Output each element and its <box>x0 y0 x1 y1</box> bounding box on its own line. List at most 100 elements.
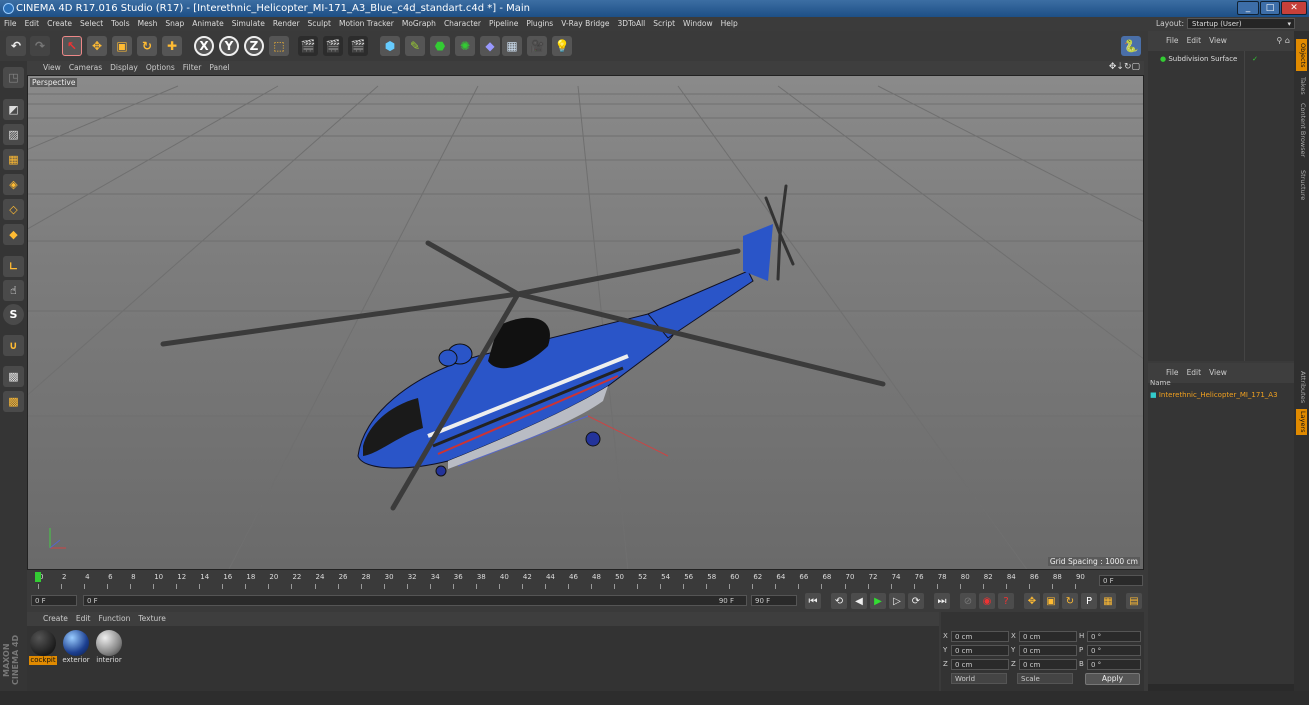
preview-range-slider[interactable]: 0 F 90 F <box>83 595 747 606</box>
close-button[interactable]: ✕ <box>1281 1 1307 15</box>
texture-mode-icon[interactable]: ▨ <box>3 124 24 145</box>
minimize-button[interactable]: _ <box>1237 1 1259 15</box>
go-to-end-icon[interactable]: ⏭ <box>934 593 950 609</box>
apply-button[interactable]: Apply <box>1085 673 1140 685</box>
menu-snap[interactable]: Snap <box>161 17 188 31</box>
layer-row[interactable]: ■ Interethnic_Helicopter_MI_171_A3 <box>1150 390 1294 401</box>
tweak-mode-icon[interactable]: ☝ <box>3 280 24 301</box>
helicopter-model[interactable] <box>357 224 773 477</box>
edges-mode-icon[interactable]: ◇ <box>3 199 24 220</box>
viewport-navigation-icon[interactable]: ✥⇣↻▢ <box>1109 62 1140 72</box>
menu-vray-bridge[interactable]: V-Ray Bridge <box>557 17 613 31</box>
light-icon[interactable]: 💡 <box>552 36 572 56</box>
menu-mograph[interactable]: MoGraph <box>398 17 440 31</box>
material-cockpit[interactable]: cockpit <box>29 630 57 668</box>
add-tool-icon[interactable]: ✚ <box>162 36 182 56</box>
tab-takes[interactable]: Takes <box>1296 75 1307 97</box>
size-x-field[interactable]: 0 cm <box>1019 631 1077 642</box>
x-axis-lock-button[interactable]: X <box>194 36 214 56</box>
viewport-menu-panel[interactable]: Panel <box>205 61 233 75</box>
object-menu-file[interactable]: File <box>1162 31 1183 51</box>
autokey-icon[interactable]: ◉ <box>979 593 995 609</box>
menu-motion-tracker[interactable]: Motion Tracker <box>335 17 398 31</box>
previous-frame-icon[interactable]: ◀ <box>851 593 867 609</box>
menu-script[interactable]: Script <box>649 17 679 31</box>
menu-simulate[interactable]: Simulate <box>228 17 269 31</box>
key-pla-icon[interactable]: ▦ <box>1100 593 1116 609</box>
horizontal-scrollbar[interactable] <box>1148 684 1294 691</box>
menu-plugins[interactable]: Plugins <box>522 17 557 31</box>
mograph-cloner-icon[interactable]: ✺ <box>455 36 475 56</box>
make-editable-icon[interactable]: ◳ <box>3 67 24 88</box>
menu-character[interactable]: Character <box>440 17 485 31</box>
key-position-icon[interactable]: ✥ <box>1024 593 1040 609</box>
menu-pipeline[interactable]: Pipeline <box>485 17 522 31</box>
material-menu-edit[interactable]: Edit <box>72 612 95 626</box>
model-mode-icon[interactable]: ◩ <box>3 99 24 120</box>
rotation-h-field[interactable]: 0 ° <box>1087 631 1141 642</box>
size-y-field[interactable]: 0 cm <box>1019 645 1077 656</box>
size-z-field[interactable]: 0 cm <box>1019 659 1077 670</box>
tab-structure[interactable]: Structure <box>1296 165 1307 205</box>
tab-layers[interactable]: Layers <box>1296 409 1307 435</box>
render-picture-viewer-icon[interactable]: 🎬 <box>323 36 343 56</box>
material-exterior[interactable]: exterior <box>62 630 90 668</box>
viewport-menu-display[interactable]: Display <box>106 61 142 75</box>
rotation-b-field[interactable]: 0 ° <box>1087 659 1141 670</box>
attributes-menu-view[interactable]: View <box>1205 363 1231 383</box>
menu-edit[interactable]: Edit <box>21 17 44 31</box>
python-icon[interactable]: 🐍 <box>1121 36 1141 56</box>
material-menu-function[interactable]: Function <box>94 612 134 626</box>
redo-icon[interactable]: ↷ <box>30 36 50 56</box>
menu-mesh[interactable]: Mesh <box>134 17 162 31</box>
lock-workplane-icon[interactable]: ▩ <box>3 366 24 387</box>
viewport-menu-view[interactable]: View <box>39 61 65 75</box>
select-tool-icon[interactable]: ↖ <box>62 36 82 56</box>
current-frame-field[interactable]: 0 F <box>1099 575 1143 586</box>
points-mode-icon[interactable]: ◈ <box>3 174 24 195</box>
workplane-grid-icon[interactable]: ▩ <box>3 391 24 412</box>
camera-icon[interactable]: 🎥 <box>527 36 547 56</box>
position-z-field[interactable]: 0 cm <box>951 659 1009 670</box>
position-y-field[interactable]: 0 cm <box>951 645 1009 656</box>
key-rotation-icon[interactable]: ↻ <box>1062 593 1078 609</box>
undo-icon[interactable]: ↶ <box>6 36 26 56</box>
material-menu-texture[interactable]: Texture <box>134 612 169 626</box>
maximize-button[interactable]: □ <box>1260 1 1280 15</box>
attributes-menu-edit[interactable]: Edit <box>1183 363 1206 383</box>
position-x-field[interactable]: 0 cm <box>951 631 1009 642</box>
go-to-start-icon[interactable]: ⏮ <box>805 593 821 609</box>
next-frame-icon[interactable]: ▷ <box>889 593 905 609</box>
coordinate-system-icon[interactable]: ⬚ <box>269 36 289 56</box>
key-parameter-icon[interactable]: P <box>1081 593 1097 609</box>
workplane-mode-icon[interactable]: ▦ <box>3 149 24 170</box>
menu-window[interactable]: Window <box>679 17 717 31</box>
material-menu-create[interactable]: Create <box>39 612 72 626</box>
menu-render[interactable]: Render <box>269 17 304 31</box>
menu-sculpt[interactable]: Sculpt <box>304 17 335 31</box>
key-scale-icon[interactable]: ▣ <box>1043 593 1059 609</box>
menu-tools[interactable]: Tools <box>107 17 133 31</box>
floor-scene-icon[interactable]: ▦ <box>502 36 522 56</box>
record-keys-icon[interactable]: ⊘ <box>960 593 976 609</box>
z-axis-lock-button[interactable]: Z <box>244 36 264 56</box>
scale-mode-select[interactable]: Scale <box>1017 673 1073 684</box>
previous-key-icon[interactable]: ⟲ <box>831 593 847 609</box>
tab-objects[interactable]: Objects <box>1296 39 1307 71</box>
scale-tool-icon[interactable]: ▣ <box>112 36 132 56</box>
playhead[interactable] <box>35 572 41 582</box>
play-forward-icon[interactable]: ▶ <box>870 593 886 609</box>
coordinate-space-select[interactable]: World <box>951 673 1007 684</box>
start-frame-field[interactable]: 0 F <box>31 595 77 606</box>
snap-magnet-icon[interactable]: ∪ <box>3 335 24 356</box>
menu-file[interactable]: File <box>0 17 21 31</box>
visibility-check-icon[interactable]: ✓ <box>1252 53 1258 65</box>
next-key-icon[interactable]: ⟳ <box>908 593 924 609</box>
pen-spline-icon[interactable]: ✎ <box>405 36 425 56</box>
y-axis-lock-button[interactable]: Y <box>219 36 239 56</box>
timeline-window-icon[interactable]: ▤ <box>1126 593 1142 609</box>
layout-select[interactable]: Startup (User) ▾ <box>1187 18 1295 29</box>
keyframe-selection-icon[interactable]: ? <box>998 593 1014 609</box>
viewport-menu-filter[interactable]: Filter <box>179 61 206 75</box>
perspective-viewport[interactable]: Perspective Grid Spacing : 1000 cm <box>27 75 1144 570</box>
